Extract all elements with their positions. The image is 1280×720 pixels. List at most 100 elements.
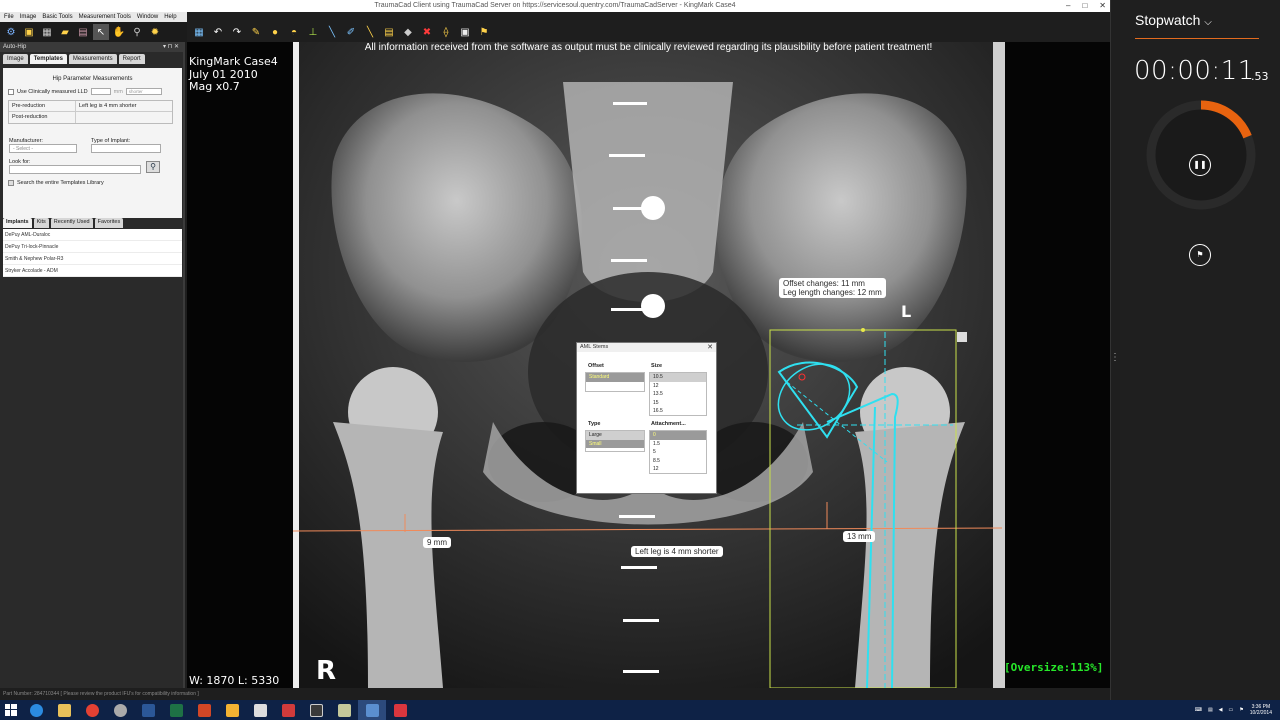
word-icon[interactable] [134,700,162,720]
stopwatch-title[interactable]: Stopwatch ⌵ [1135,12,1212,28]
tab-recently-used[interactable]: Recently Used [50,218,93,228]
close-icon[interactable]: ✕ [707,343,713,352]
excel-icon[interactable] [162,700,190,720]
menu-file[interactable]: File [4,12,14,22]
zoom-icon[interactable]: ⚲ [129,24,145,40]
line-icon[interactable]: ╲ [324,24,340,40]
half-circle-icon[interactable]: ◓ [286,24,302,40]
panel-controls[interactable]: ▾ ⊓ ✕ [163,42,179,52]
main-toolbar: ⚙ ▣ ▦ ▰ ▤ ↖ ✋ ⚲ ✹ [0,22,187,42]
look-for-input[interactable] [9,165,141,174]
app-icon[interactable] [302,700,330,720]
open-folder-icon[interactable]: ▣ [21,24,37,40]
list-item[interactable]: 10.5 [650,373,706,382]
list-item[interactable]: 8.5 [650,457,706,466]
menu-basic-tools[interactable]: Basic Tools [42,12,72,22]
menu-measurement-tools[interactable]: Measurement Tools [79,12,131,22]
undo-icon[interactable]: ↶ [210,24,226,40]
measurement-left-label[interactable]: 9 mm [423,537,451,548]
list-item[interactable]: Small [586,439,644,448]
list-item[interactable]: Large [586,431,644,440]
layout-icon[interactable]: ▦ [191,24,207,40]
pointer-icon[interactable]: ↖ [93,24,109,40]
settings-icon[interactable] [106,700,134,720]
manufacturer-select[interactable]: - Select - [9,144,77,153]
tab-implants[interactable]: Implants [3,218,32,228]
list-item[interactable]: 0 [650,431,706,440]
clinical-side-select[interactable]: shorter [125,88,162,95]
tab-report[interactable]: Report [118,54,145,64]
menu-help[interactable]: Help [164,12,176,22]
list-item[interactable]: DePuy Tri-lock-Pinnacle [3,241,182,253]
leg-length-label[interactable]: Left leg is 4 mm shorter [631,546,723,557]
angle-icon[interactable]: ⊥ [305,24,321,40]
alarm-clock-icon[interactable] [386,700,414,720]
list-item[interactable]: Smith & Nephew Polar-R3 [3,253,182,265]
pause-button[interactable]: ❚❚ [1189,154,1211,176]
list-item[interactable]: 12 [650,382,706,391]
minimize-button[interactable]: – [1066,0,1070,12]
folder-icon[interactable] [218,700,246,720]
network-icon[interactable]: ▤ [1208,707,1213,713]
brightness-icon[interactable]: ✹ [147,24,163,40]
powerpoint-icon[interactable] [190,700,218,720]
eraser-icon[interactable]: ◆ [400,24,416,40]
pencil-icon[interactable]: ✎ [248,24,264,40]
list-item[interactable]: Standard [586,373,644,382]
battery-icon[interactable]: ▭ [1229,707,1234,713]
lap-button[interactable]: ⚑ [1189,244,1211,266]
tab-measurements[interactable]: Measurements [68,54,117,64]
tab-kits[interactable]: Kits [33,218,49,228]
pan-hand-icon[interactable]: ✋ [111,24,127,40]
list-item[interactable]: Stryker Accolade - ADM [3,265,182,277]
clinical-lld-input[interactable] [90,88,111,95]
chrome-icon[interactable] [78,700,106,720]
acrobat-icon[interactable] [274,700,302,720]
implant-type-select[interactable] [91,144,161,153]
file-explorer-icon[interactable] [50,700,78,720]
taskbar-clock[interactable]: 3:36 PM 10/2/2014 [1250,704,1272,716]
list-item[interactable]: 1.5 [650,440,706,449]
volume-icon[interactable]: ◀ [1219,707,1223,713]
list-item[interactable]: 15 [650,399,706,408]
measurement-right-label[interactable]: 13 mm [843,531,876,542]
traumacad-icon[interactable] [358,700,386,720]
close-button[interactable]: ✕ [1099,0,1106,12]
clinical-lld-checkbox[interactable] [8,88,14,95]
delete-icon[interactable]: ✖ [419,24,435,40]
ie-icon[interactable] [22,700,50,720]
list-item[interactable]: DePuy AML-Duraloc [3,229,182,241]
note-icon[interactable]: ▤ [381,24,397,40]
stamp-icon[interactable]: ▣ [457,24,473,40]
list-item[interactable]: 13.5 [650,390,706,399]
templates-icon[interactable]: ⚙ [3,24,19,40]
calibrate-icon[interactable]: ⟠ [438,24,454,40]
tab-favorites[interactable]: Favorites [94,218,124,228]
media-icon[interactable] [246,700,274,720]
list-item[interactable]: 12 [650,465,706,474]
save-icon[interactable]: ▤ [75,24,91,40]
stopwatch-title-label: Stopwatch [1135,12,1201,28]
redo-icon[interactable]: ↷ [229,24,245,40]
ruler-icon[interactable]: ✐ [343,24,359,40]
circle-icon[interactable]: ● [267,24,283,40]
list-item[interactable]: 5 [650,448,706,457]
tab-image[interactable]: Image [3,54,28,64]
template-changes-label[interactable]: Offset changes: 11 mm Leg length changes… [779,278,886,298]
keyboard-icon[interactable]: ⌨ [1195,707,1202,713]
search-library-checkbox[interactable] [8,180,14,186]
flag-icon[interactable]: ⚑ [1239,707,1243,713]
list-item[interactable]: 16.5 [650,407,706,416]
search-icon[interactable]: ⚲ [146,161,160,173]
tab-templates[interactable]: Templates [29,54,67,64]
panel-resize-handle[interactable]: ⋮ [1110,352,1120,363]
app-icon[interactable] [330,700,358,720]
line-measure-icon[interactable]: ╲ [362,24,378,40]
windows-start-icon[interactable] [0,700,22,720]
folder-icon[interactable]: ▰ [57,24,73,40]
grid-icon[interactable]: ▦ [39,24,55,40]
menu-image[interactable]: Image [20,12,37,22]
flag-icon[interactable]: ⚑ [476,24,492,40]
menu-window[interactable]: Window [137,12,158,22]
maximize-button[interactable]: □ [1082,0,1087,12]
